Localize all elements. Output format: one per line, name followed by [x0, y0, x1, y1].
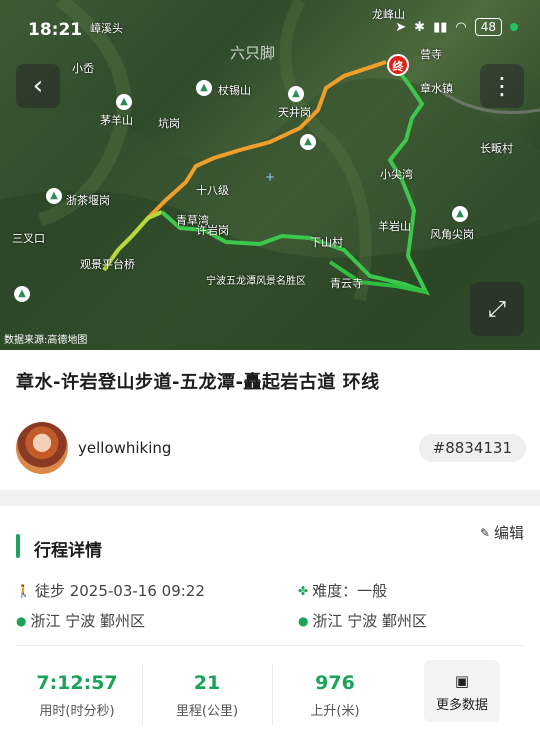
mountain-icon: ▲ — [14, 286, 30, 302]
difficulty-icon: ✤ — [298, 583, 309, 598]
stat-value: 21 — [193, 672, 221, 694]
stat-label: 里程(公里) — [175, 704, 239, 719]
map-label: 三叉口 — [12, 232, 45, 245]
stat-value: 7:12:57 — [36, 672, 118, 694]
map-label: 小岙 — [72, 62, 94, 75]
map-label: 观景平台桥 — [80, 258, 135, 271]
more-data-button[interactable]: ▣ 更多数据 — [424, 660, 500, 722]
map-label: 风角尖岗 — [430, 228, 474, 241]
activity-info: 🚶 徒步 2025-03-16 09:22 — [16, 580, 205, 601]
map-label: 下山村 — [310, 236, 343, 249]
map-label: 茅羊山 — [100, 114, 133, 127]
track-id-badge[interactable]: #8834131 — [418, 434, 526, 462]
map-label: 杖锡山 — [218, 84, 251, 97]
map-label: 十八级 — [196, 184, 229, 197]
map-label: 浙茶堰岗 — [66, 194, 110, 207]
activity-text: 徒步 2025-03-16 09:22 — [34, 582, 205, 600]
back-button[interactable]: ‹ — [16, 64, 60, 108]
map-label: 羊岩山 — [378, 220, 411, 233]
edit-icon: ✎ — [479, 525, 490, 540]
end-marker[interactable]: 终 — [387, 54, 409, 76]
location-pin-icon: ● — [16, 613, 27, 628]
section-accent-bar — [16, 534, 20, 558]
edit-button[interactable]: ✎ 编辑 — [480, 522, 524, 543]
map-label: 青云寺 — [330, 277, 363, 290]
status-icons: ➤ ✱ ▮▮ ◠ 48 — [395, 18, 518, 36]
map-label: 许岩岗 — [196, 224, 229, 237]
more-data-label: 更多数据 — [435, 698, 488, 713]
start-location-info: ● 浙江 宁波 鄞州区 — [16, 610, 145, 631]
map-source: 数据来源:高德地图 — [4, 335, 88, 346]
expand-map-button[interactable]: ⤢ — [470, 282, 524, 336]
stat-duration: 7:12:57 用时(时分秒) — [12, 660, 142, 719]
section-title: 行程详情 — [34, 541, 102, 561]
map-label: 天井岗 — [278, 106, 311, 119]
difficulty-info: ✤ 难度：一般 — [298, 580, 387, 601]
section-separator — [0, 490, 540, 506]
end-location-text: 浙江 宁波 鄞州区 — [312, 612, 428, 630]
more-button[interactable]: ⋮ — [480, 64, 524, 108]
difficulty-text: 难度：一般 — [312, 582, 388, 600]
privacy-dot — [510, 23, 518, 31]
stat-label: 上升(米) — [310, 704, 360, 719]
edit-label: 编辑 — [493, 524, 524, 542]
mountain-icon: ▲ — [452, 206, 468, 222]
author-row[interactable]: yellowhiking — [16, 422, 171, 474]
hiking-icon: 🚶 — [16, 583, 31, 598]
mountain-icon: ▲ — [300, 134, 316, 150]
map-label: 章水镇 — [420, 82, 453, 95]
map-label: 小尖湾 — [380, 168, 413, 181]
stat-distance: 21 里程(公里) — [142, 660, 272, 719]
mountain-icon: ▲ — [46, 188, 62, 204]
signal-icon: ▮▮ — [433, 19, 448, 35]
mountain-icon: ▲ — [116, 94, 132, 110]
map-label: 龙峰山 — [372, 8, 405, 21]
divider — [16, 645, 524, 646]
map-watermark: 六只脚 — [230, 44, 276, 62]
map-label: 嶂溪头 — [90, 22, 123, 35]
map-label: 宁波五龙潭风景名胜区 — [206, 276, 306, 287]
track-title: 章水-许岩登山步道-五龙潭-矗起岩古道 环线 — [16, 372, 380, 393]
bluetooth-icon: ✱ — [414, 19, 426, 35]
stats-row: 7:12:57 用时(时分秒) 21 里程(公里) 976 上升(米) ▣ 更多… — [0, 660, 540, 730]
mountain-icon: ▲ — [196, 80, 212, 96]
chart-icon: ▣ — [454, 672, 470, 690]
route-map[interactable]: 18:21 ➤ ✱ ▮▮ ◠ 48 六只脚 ‹ ⋮ ⤢ 终 + 小岙 章水镇 长… — [0, 0, 540, 350]
stat-label: 用时(时分秒) — [39, 704, 115, 719]
battery-indicator: 48 — [474, 18, 502, 36]
avatar[interactable] — [16, 422, 68, 474]
stat-ascent: 976 上升(米) — [270, 660, 400, 719]
mountain-icon: ▲ — [288, 86, 304, 102]
map-label: 营寺 — [420, 48, 442, 61]
status-time: 18:21 — [28, 20, 83, 40]
author-name[interactable]: yellowhiking — [78, 439, 171, 457]
location-pin-icon: ● — [298, 613, 309, 628]
wifi-icon: ◠ — [455, 19, 467, 35]
stat-value: 976 — [315, 672, 355, 694]
map-label: 长畈村 — [480, 142, 513, 155]
map-center-icon: + — [265, 170, 276, 184]
start-location-text: 浙江 宁波 鄞州区 — [30, 612, 146, 630]
map-label: 坑岗 — [158, 117, 180, 130]
end-location-info: ● 浙江 宁波 鄞州区 — [298, 610, 427, 631]
